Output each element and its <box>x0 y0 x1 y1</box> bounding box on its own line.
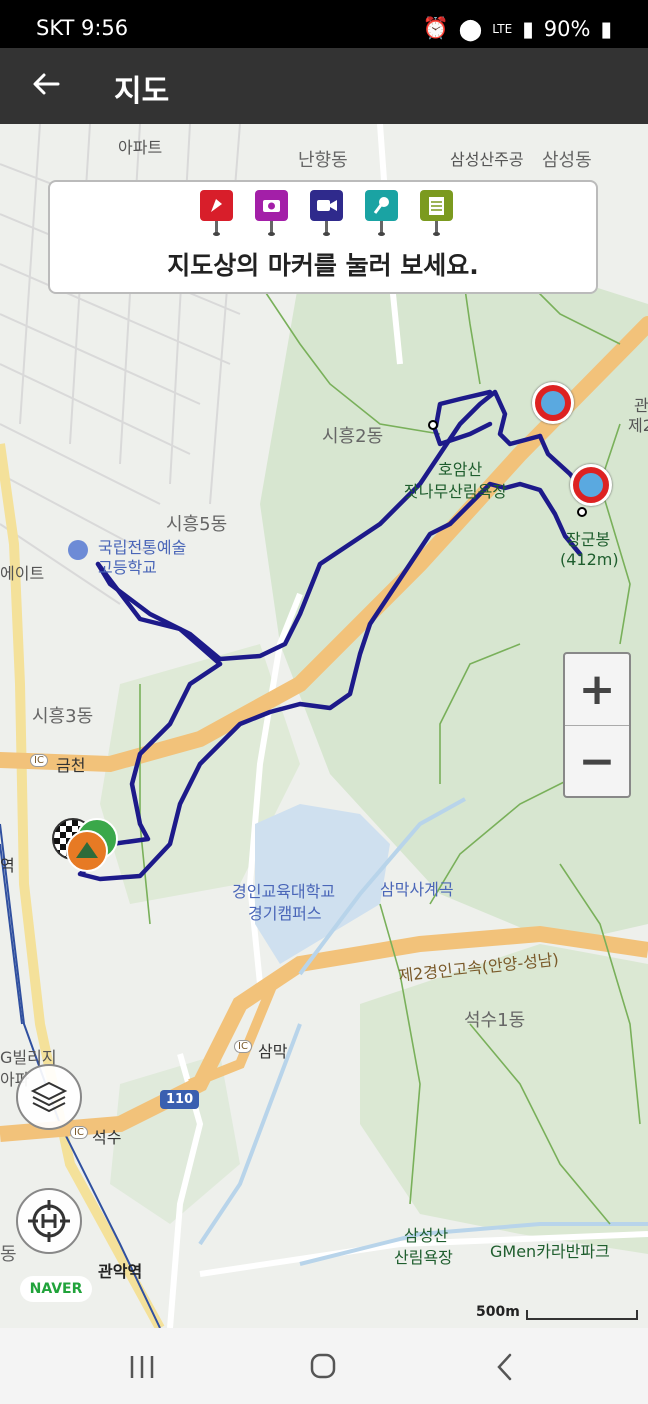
app-bar: 지도 <box>0 48 648 124</box>
map-label-station-left: 역 <box>0 856 15 875</box>
map-label-siheung3: 시흥3동 <box>32 706 94 727</box>
map-label-samsungsan1: 삼성산 <box>404 1226 449 1245</box>
layers-button[interactable] <box>16 1064 82 1130</box>
map-scale-label: 500m <box>476 1304 520 1320</box>
video-icon <box>310 190 343 236</box>
marker-legend <box>200 190 453 236</box>
page-title: 지도 <box>114 74 170 109</box>
hint-text: 지도상의 마커를 눌러 보세요. <box>167 251 479 280</box>
crosshair-icon <box>28 1200 70 1242</box>
map-label-gwanak-station: 관악역 <box>98 1262 143 1281</box>
map-label-samsungsan2: 산림욕장 <box>394 1248 453 1267</box>
route-110-badge: 110 <box>160 1090 200 1109</box>
map-view[interactable]: 아파트 난향동 삼성산주공 삼성동 시흥2동 호암산 잣나무산림욕장 장군봉 (… <box>0 124 648 1328</box>
map-label-seoksu: 석수 <box>92 1128 122 1147</box>
microphone-icon <box>365 190 398 236</box>
battery-icon: ▮ <box>600 16 612 41</box>
map-label-seoksu1: 석수1동 <box>464 1010 526 1031</box>
map-label-samsung-apt: 삼성산주공 <box>450 150 524 169</box>
map-label-homsan: 호암산 <box>438 460 483 479</box>
map-label-nanhyang: 난향동 <box>298 150 348 171</box>
map-label-sammak: 삼막 <box>258 1042 288 1061</box>
network-label: LTE <box>492 21 513 36</box>
status-bar: SKT 9:56 ⏰ ⬤ LTE ▮ 90% ▮ <box>0 0 648 48</box>
alarm-icon: ⏰ <box>422 16 449 40</box>
status-icons: ⏰ ⬤ LTE ▮ 90% ▮ <box>423 16 612 41</box>
map-label-samsungdong: 삼성동 <box>542 150 592 171</box>
my-location-button[interactable] <box>16 1188 82 1254</box>
layers-icon <box>30 1081 68 1113</box>
battery-percent: 90% <box>543 16 591 41</box>
map-label-jatnamu: 잣나무산림욕장 <box>404 482 508 501</box>
back-arrow-icon[interactable] <box>30 68 62 100</box>
naver-logo: NAVER <box>20 1276 92 1302</box>
school-icon <box>68 540 88 560</box>
map-label-gmen: GMen카라반파크 <box>490 1242 610 1261</box>
zoom-out-button[interactable]: − <box>565 726 629 797</box>
nav-back-button[interactable] <box>486 1352 526 1382</box>
map-label-apt: 아파트 <box>118 138 163 157</box>
map-label-jangkun-height: (412m) <box>560 550 619 569</box>
map-label-siheung5: 시흥5동 <box>166 514 228 535</box>
camera-icon <box>255 190 288 236</box>
ic-badge-geumcheon: IC <box>30 754 48 767</box>
map-label-jangkunbong: 장군봉 <box>566 530 611 549</box>
status-time: SKT 9:56 <box>36 16 129 40</box>
mountain-marker-2[interactable] <box>570 464 612 506</box>
trailhead-marker[interactable] <box>66 830 108 872</box>
signal-icon: ▮ <box>522 16 534 41</box>
map-label-school2: 고등학교 <box>98 558 157 577</box>
map-label-univ2: 경기캠퍼스 <box>248 904 322 923</box>
memo-icon <box>420 190 453 236</box>
marker-hint-box: 지도상의 마커를 눌러 보세요. <box>48 180 598 294</box>
map-label-univ1: 경인교육대학교 <box>232 882 336 901</box>
zoom-in-button[interactable]: + <box>565 654 629 726</box>
map-label-dong-left: 동 <box>0 1244 17 1265</box>
mountain-marker-1[interactable] <box>532 382 574 424</box>
location-icon: ⬤ <box>458 16 483 41</box>
map-label-right-edge2: 제2 <box>628 416 648 435</box>
home-button[interactable] <box>303 1352 343 1382</box>
ic-badge-seoksu: IC <box>70 1126 88 1139</box>
map-scale-bar <box>526 1310 638 1320</box>
map-label-siheung2: 시흥2동 <box>322 426 384 447</box>
map-label-geumcheon: 금천 <box>56 756 86 775</box>
system-nav-bar <box>0 1328 648 1404</box>
ic-badge-sammak: IC <box>234 1040 252 1053</box>
recent-apps-button[interactable] <box>122 1352 162 1382</box>
flag-icon <box>200 190 233 236</box>
map-label-eight: 에이트 <box>0 564 45 583</box>
zoom-control: + − <box>563 652 631 798</box>
map-label-sammak-valley: 삼막사계곡 <box>380 880 454 899</box>
